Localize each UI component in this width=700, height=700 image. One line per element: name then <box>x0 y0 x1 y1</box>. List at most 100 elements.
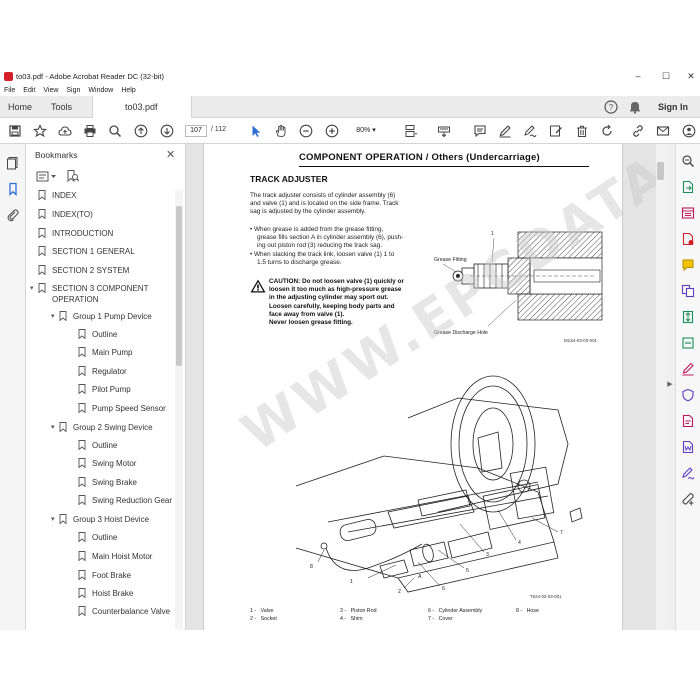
next-page-icon[interactable] <box>160 124 174 138</box>
fill-and-sign-icon[interactable] <box>681 362 695 376</box>
zoom-out-icon[interactable] <box>299 124 313 138</box>
page-number-input[interactable]: 107 <box>185 125 207 137</box>
bookmarks-scrollbar[interactable] <box>175 190 183 630</box>
comment-icon[interactable] <box>473 124 487 138</box>
caution-line: loosen it too much as high-pressure grea… <box>269 286 402 294</box>
legend-num: 3 - <box>340 608 347 614</box>
rotate-icon[interactable] <box>600 124 614 138</box>
tab-tools[interactable]: Tools <box>51 102 72 112</box>
bookmark-item[interactable]: INDEX <box>30 190 162 208</box>
organize-pages-icon[interactable] <box>681 206 695 220</box>
bookmark-item[interactable]: Foot Brake <box>70 570 185 588</box>
delete-icon[interactable] <box>575 124 589 138</box>
bookmark-item[interactable]: INTRODUCTION <box>30 228 162 246</box>
menu-help[interactable]: Help <box>121 87 135 94</box>
bookmark-item[interactable]: Swing Reduction Gear <box>70 495 185 513</box>
document-scroll-thumb[interactable] <box>657 162 664 180</box>
more-tools-icon[interactable] <box>681 492 695 506</box>
print-icon[interactable] <box>83 124 97 138</box>
expand-toggle-icon[interactable]: ▾ <box>51 423 59 431</box>
expand-toggle-icon[interactable]: ▾ <box>30 284 38 292</box>
stamp-icon[interactable] <box>549 124 563 138</box>
bookmark-item[interactable]: Pump Speed Sensor <box>70 403 185 421</box>
tab-home[interactable]: Home <box>8 102 32 112</box>
zoom-in-icon[interactable] <box>325 124 339 138</box>
collapse-right-panel-handle[interactable]: ▶ <box>666 378 674 392</box>
menu-file[interactable]: File <box>4 87 15 94</box>
legend-item: 1 - Valve <box>250 608 273 614</box>
close-window-button[interactable]: ✕ <box>677 68 700 84</box>
tab-document[interactable]: to03.pdf <box>92 96 192 118</box>
bookmark-item[interactable]: ▾ Group 2 Swing Device <box>51 422 183 440</box>
bookmark-item[interactable]: Outline <box>70 329 185 347</box>
bookmarks-scroll-thumb[interactable] <box>176 206 182 366</box>
find-bookmark-icon[interactable] <box>66 169 80 183</box>
comment-tool-icon[interactable] <box>681 258 695 272</box>
menu-window[interactable]: Window <box>88 87 113 94</box>
bookmark-label: Outline <box>92 533 118 542</box>
legend-name: Shim <box>350 616 363 622</box>
bookmark-item[interactable]: Counterbalance Valve <box>70 606 185 624</box>
maximize-button[interactable]: ☐ <box>652 68 680 84</box>
edit-pdf-icon[interactable] <box>681 414 695 428</box>
bookmark-item[interactable]: Main Hoist Motor <box>70 551 185 569</box>
star-icon[interactable] <box>33 124 47 138</box>
menu-sign[interactable]: Sign <box>66 87 80 94</box>
bookmark-item[interactable]: Swing Brake <box>70 477 185 495</box>
bookmark-item[interactable]: INDEX(TO) <box>30 209 162 227</box>
email-icon[interactable] <box>656 124 670 138</box>
save-icon[interactable] <box>8 124 22 138</box>
close-panel-icon[interactable]: ✕ <box>166 148 175 161</box>
zoom-level-select[interactable]: 80% ▾ <box>351 125 381 137</box>
sign-in-button[interactable]: Sign In <box>658 102 688 112</box>
previous-page-icon[interactable] <box>134 124 148 138</box>
page-thumbnails-icon[interactable] <box>6 156 20 170</box>
document-scrollbar[interactable] <box>656 144 665 630</box>
keyboard-icon[interactable] <box>437 124 451 138</box>
legend-name: Hose <box>526 608 539 614</box>
bookmark-item[interactable]: Outline <box>70 532 185 550</box>
create-pdf-icon[interactable] <box>681 232 695 246</box>
page-layout-icon[interactable] <box>404 124 418 138</box>
bookmark-label: Main Pump <box>92 348 133 357</box>
minimize-button[interactable]: – <box>624 68 652 84</box>
combine-files-icon[interactable] <box>681 284 695 298</box>
bookmarks-panel-icon[interactable] <box>6 182 20 196</box>
select-cursor-icon[interactable] <box>249 124 263 138</box>
link-icon[interactable] <box>631 124 645 138</box>
bookmark-item[interactable]: ▾ Group 3 Hoist Device <box>51 514 183 532</box>
bookmark-item[interactable]: Outline <box>70 440 185 458</box>
document-viewport[interactable]: COMPONENT OPERATION / Others (Undercarri… <box>186 144 656 630</box>
search-tool-icon[interactable] <box>681 154 695 168</box>
bookmark-item[interactable]: Swing Motor <box>70 458 185 476</box>
request-signature-icon[interactable] <box>681 466 695 480</box>
compress-pdf-icon[interactable] <box>681 310 695 324</box>
export-word-icon[interactable] <box>681 440 695 454</box>
bookmark-item[interactable]: ▾ SECTION 3 COMPONENT OPERATION <box>30 283 162 304</box>
expand-toggle-icon[interactable]: ▾ <box>51 312 59 320</box>
bookmark-item[interactable]: Main Pump <box>70 347 185 365</box>
menu-edit[interactable]: Edit <box>23 87 35 94</box>
expand-toggle-icon[interactable]: ▾ <box>51 515 59 523</box>
fill-sign-icon[interactable] <box>523 124 537 138</box>
bell-icon[interactable] <box>628 100 642 114</box>
bookmark-item[interactable]: ▾ Group 1 Pump Device <box>51 311 183 329</box>
bookmark-icon <box>59 514 67 524</box>
pen-icon[interactable] <box>498 124 512 138</box>
bookmark-item[interactable]: Pilot Pump <box>70 384 185 402</box>
bookmark-item[interactable]: SECTION 2 SYSTEM <box>30 265 162 283</box>
export-pdf-icon[interactable] <box>681 180 695 194</box>
hand-tool-icon[interactable] <box>274 124 288 138</box>
bookmark-item[interactable]: Hoist Brake <box>70 588 185 606</box>
menu-view[interactable]: View <box>43 87 58 94</box>
help-icon[interactable]: ? <box>604 100 618 114</box>
attachments-icon[interactable] <box>6 208 20 222</box>
scan-ocr-icon[interactable] <box>681 336 695 350</box>
cloud-upload-icon[interactable] <box>58 124 72 138</box>
share-user-icon[interactable] <box>682 124 696 138</box>
protect-icon[interactable] <box>681 388 695 402</box>
bookmark-item[interactable]: SECTION 1 GENERAL <box>30 246 162 264</box>
bookmark-options-icon[interactable] <box>36 170 58 184</box>
bookmark-item[interactable]: Regulator <box>70 366 185 384</box>
search-icon[interactable] <box>108 124 122 138</box>
